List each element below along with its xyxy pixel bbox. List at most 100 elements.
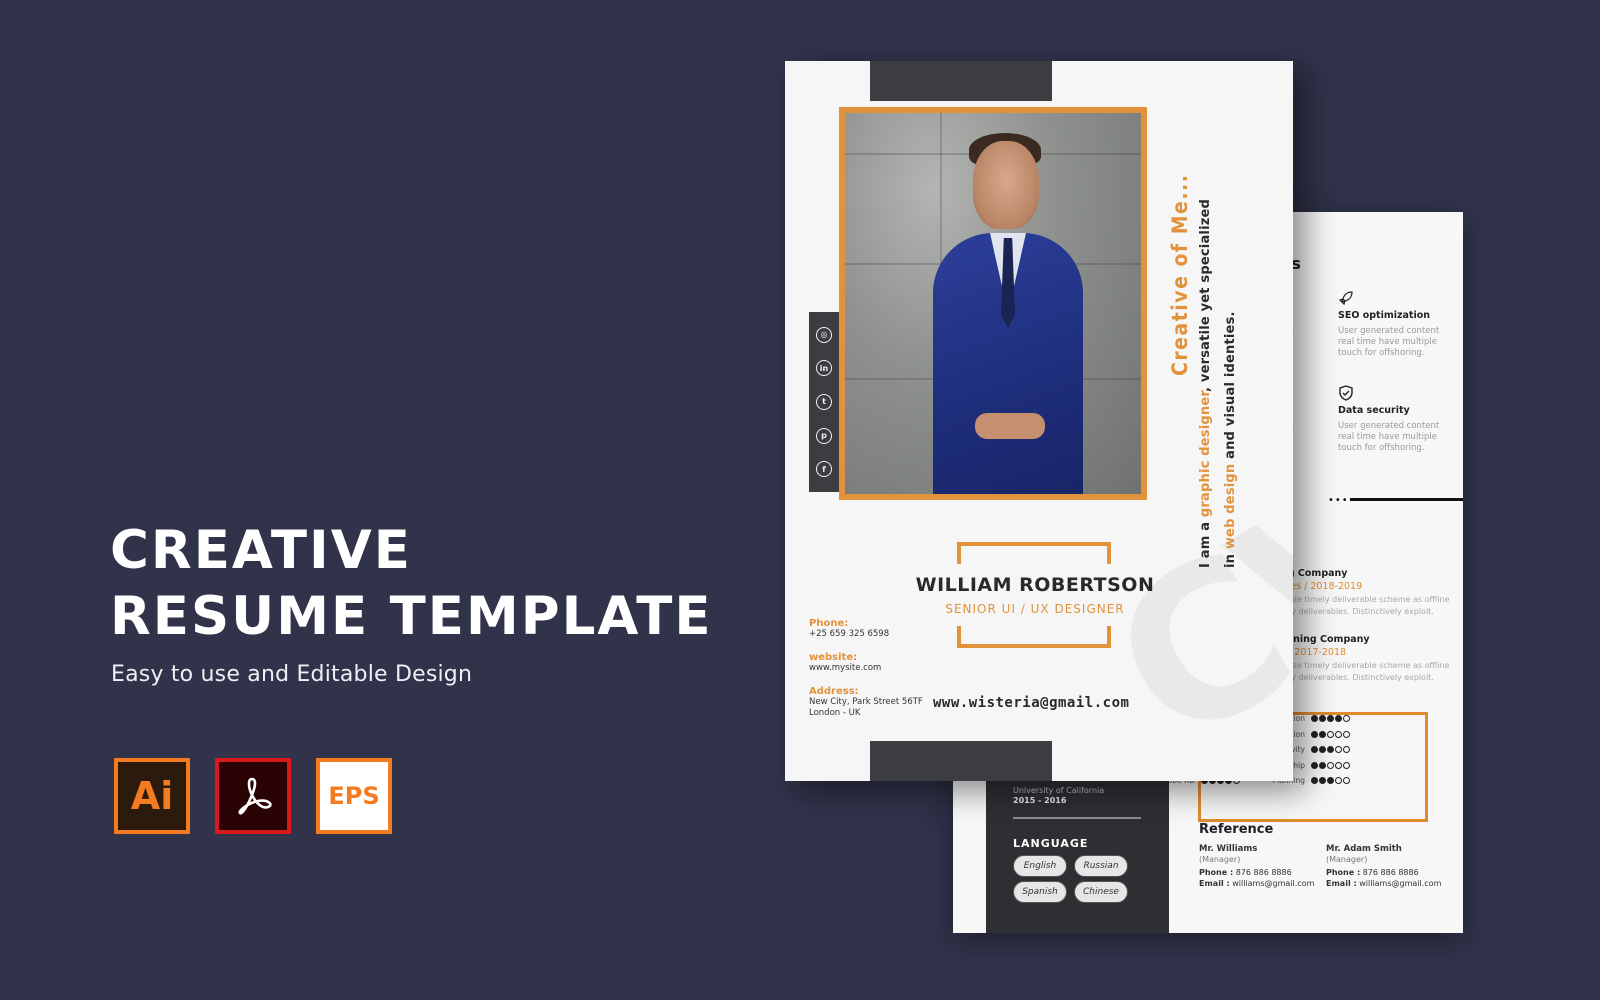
service-desc: User generated content real time have mu…: [1338, 326, 1440, 358]
about-text: I am a: [1198, 517, 1213, 568]
education-divider: [1013, 817, 1141, 819]
experience-company: esigning Company: [1271, 634, 1370, 645]
candidate-role: SENIOR UI / UX DESIGNER: [945, 602, 1125, 616]
experience-desc: aximize timely deliverable scheme as off…: [1271, 661, 1450, 670]
contact-value: www.mysite.com: [809, 663, 882, 673]
education-school: University of California: [1013, 786, 1105, 795]
about-line-2: in web design and visual identies.: [1223, 311, 1238, 568]
phone-value: 876 886 8886: [1362, 868, 1419, 877]
rating-dot-empty: [1343, 777, 1350, 784]
rating-dot-filled: [1327, 715, 1334, 722]
language-pill: Chinese: [1074, 881, 1128, 903]
linkedin-icon[interactable]: in: [816, 360, 832, 377]
reference-phone: Phone : 876 886 8886: [1326, 868, 1441, 877]
hero-title: CREATIVE RESUME TEMPLATE: [110, 518, 713, 650]
skill-rating: [1311, 730, 1350, 738]
about-highlight: graphic designer: [1198, 391, 1213, 518]
shield-check-icon: [1338, 385, 1448, 403]
candidate-email: www.wisteria@gmail.com: [933, 695, 1130, 711]
acrobat-glyph: [238, 777, 272, 815]
about-text: and visual identies.: [1223, 311, 1238, 464]
rocket-icon: [1338, 290, 1448, 308]
format-icons: Ai EPS: [114, 758, 392, 834]
reference-name: Mr. Williams: [1199, 844, 1258, 854]
email-label: Email :: [1326, 879, 1357, 888]
social-bar: ◎ in t p f: [809, 312, 839, 492]
experience-item: esigning Company iya / 2017-2018 aximize…: [1271, 634, 1449, 684]
rating-dot-filled: [1335, 715, 1342, 722]
reference-item: Mr. Williams (Manager) Phone : 876 886 8…: [1199, 844, 1314, 888]
rating-dot-empty: [1343, 761, 1350, 769]
twitter-icon[interactable]: t: [816, 393, 832, 410]
pinterest-icon[interactable]: p: [816, 427, 832, 444]
hero-title-line2: RESUME TEMPLATE: [110, 586, 713, 647]
rating-dot-empty: [1335, 761, 1342, 769]
reference-email: Email : williams@gmail.com: [1326, 879, 1441, 888]
reference-name: Mr. Adam Smith: [1326, 844, 1402, 854]
bottom-dark-tab: [870, 741, 1052, 781]
rating-dot-empty: [1327, 761, 1334, 769]
rating-dot-filled: [1319, 761, 1326, 769]
service-desc: User generated content real time have mu…: [1338, 421, 1440, 453]
eps-file-icon: EPS: [316, 758, 392, 834]
reference-role: (Manager): [1326, 855, 1368, 864]
phone-label: Phone :: [1199, 868, 1234, 877]
email-value: williams@gmail.com: [1359, 879, 1442, 888]
rating-dot-empty: [1335, 777, 1342, 784]
contact-value: New City, Park Street 56TF: [809, 697, 923, 707]
adobe-illustrator-icon: Ai: [114, 758, 190, 834]
facebook-icon[interactable]: f: [816, 461, 832, 478]
experience-when: States / 2018-2019: [1271, 581, 1363, 592]
experience-desc: timely deliverables. Distinctively explo…: [1271, 607, 1434, 616]
rating-dot-filled: [1311, 730, 1318, 738]
experience-when: iya / 2017-2018: [1271, 647, 1347, 658]
rating-dot-filled: [1319, 777, 1326, 784]
language-title: LANGUAGE: [1013, 837, 1089, 850]
contact-label: website:: [809, 652, 858, 663]
rating-dot-filled: [1319, 746, 1326, 753]
rating-dot-empty: [1343, 715, 1350, 722]
rating-dot-filled: [1311, 715, 1318, 722]
service-item: Data security User generated content rea…: [1338, 385, 1448, 454]
skill-rating: [1311, 746, 1350, 753]
email-value: williams@gmail.com: [1232, 879, 1315, 888]
section-divider-dots: •••: [1328, 495, 1349, 506]
profile-photo: [845, 113, 1141, 494]
reference-item: Mr. Adam Smith (Manager) Phone : 876 886…: [1326, 844, 1441, 888]
experience-company: ping Company: [1271, 568, 1348, 579]
name-bracket-bottom: [957, 626, 1111, 648]
about-line-1: I am a graphic designer, versatile yet s…: [1198, 199, 1213, 568]
skill-rating: [1311, 761, 1350, 769]
rating-dot-filled: [1311, 746, 1318, 753]
phone-value: 876 886 8886: [1235, 868, 1292, 877]
contact-value: +25 659 325 6598: [809, 629, 890, 639]
contact-label: Phone:: [809, 618, 849, 629]
rating-dot-empty: [1343, 746, 1350, 753]
person-hands: [975, 413, 1045, 439]
language-pill: Russian: [1074, 855, 1128, 877]
rating-dot-filled: [1319, 715, 1326, 722]
contact-website: website: www.mysite.com: [809, 652, 881, 674]
rating-dot-empty: [1343, 730, 1350, 738]
rating-dot-empty: [1335, 730, 1342, 738]
email-label: Email :: [1199, 879, 1230, 888]
reference-email: Email : williams@gmail.com: [1199, 879, 1314, 888]
rating-dot-filled: [1327, 746, 1334, 753]
language-pill: English: [1013, 855, 1067, 877]
adobe-acrobat-pdf-icon: [215, 758, 291, 834]
about-title: Creative of Me...: [1168, 173, 1192, 376]
contact-address: Address: New City, Park Street 56TF Lond…: [809, 686, 923, 719]
about-text: in: [1223, 549, 1238, 568]
rating-dot-empty: [1335, 746, 1342, 753]
instagram-icon[interactable]: ◎: [816, 326, 832, 343]
top-dark-tab: [870, 61, 1052, 101]
eps-label: EPS: [328, 782, 380, 810]
person-head: [973, 141, 1039, 229]
experience-item: ping Company States / 2018-2019 aximize …: [1271, 568, 1449, 618]
service-title: SEO optimization: [1338, 310, 1431, 321]
rating-dot-empty: [1327, 730, 1334, 738]
reference-title: Reference: [1199, 822, 1274, 837]
phone-label: Phone :: [1326, 868, 1361, 877]
service-title: Data security: [1338, 405, 1410, 416]
experience-desc: timely deliverables. Distinctively explo…: [1271, 673, 1434, 682]
